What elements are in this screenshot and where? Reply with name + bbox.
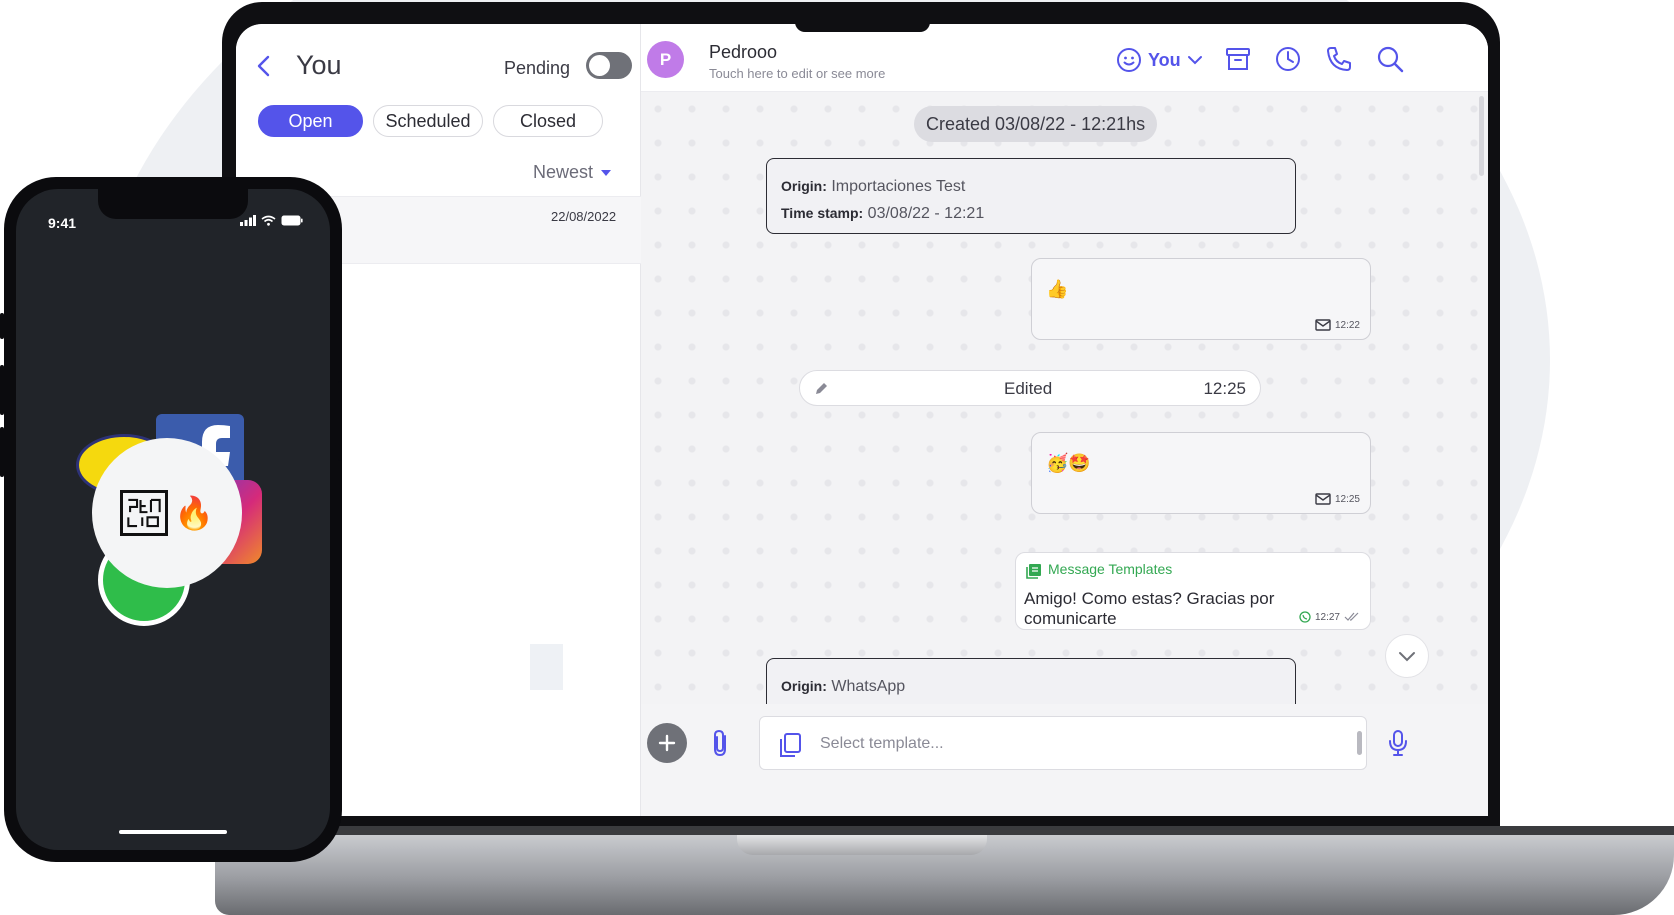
pending-label: Pending	[504, 58, 571, 78]
toggle-knob	[589, 55, 610, 76]
status-tabs: Open Scheduled Closed	[258, 105, 603, 137]
phone-icon[interactable]	[1325, 45, 1353, 73]
clock-icon[interactable]	[1274, 45, 1302, 73]
message-content: 🥳🤩	[1046, 453, 1091, 473]
edited-time: 12:25	[1203, 379, 1246, 398]
sort-dropdown[interactable]: Newest	[533, 162, 612, 183]
template-time: 12:27	[1314, 611, 1340, 623]
chevron-down-icon	[1399, 652, 1415, 662]
tab-closed[interactable]: Closed	[493, 105, 603, 137]
double-check-icon	[1344, 612, 1359, 621]
message-meta: 12:22	[1315, 319, 1360, 331]
fire-emoji: 🔥	[174, 495, 214, 531]
origin-value: Importaciones Test	[831, 178, 966, 195]
phone-mute-button	[0, 313, 4, 339]
sort-label: Newest	[533, 162, 594, 182]
laptop-opening-lip	[737, 835, 987, 855]
laptop-camera-notch	[795, 22, 930, 32]
template-meta: 12:27	[1299, 611, 1360, 623]
channel-logos-cluster: 🔥	[76, 414, 286, 626]
contact-avatar[interactable]: P	[647, 41, 684, 78]
plus-icon	[658, 734, 676, 752]
contact-name[interactable]: Pedrooo	[709, 42, 777, 63]
phone-time: 9:41	[48, 215, 77, 231]
paperclip-icon[interactable]	[708, 728, 734, 758]
search-icon[interactable]	[1376, 45, 1404, 73]
scroll-to-bottom-button[interactable]	[1385, 634, 1429, 678]
microphone-icon[interactable]	[1386, 728, 1410, 758]
pending-toggle[interactable]	[586, 52, 632, 79]
tab-open[interactable]: Open	[258, 105, 363, 137]
list-title: You	[296, 50, 342, 80]
phone-volume-up-button	[0, 365, 4, 415]
copy-template-icon[interactable]	[776, 731, 804, 759]
message-meta: 12:25	[1315, 493, 1360, 505]
phone-device: 9:41 🔥	[0, 177, 342, 862]
smiley-icon	[1117, 48, 1141, 72]
template-message-bubble[interactable]: Message Templates Amigo! Como estas? Gra…	[1015, 552, 1371, 630]
wifi-icon	[261, 215, 276, 226]
template-text: Amigo! Como estas? Gracias por comunicar…	[1024, 589, 1275, 628]
whatsapp-icon	[1299, 611, 1311, 623]
back-chevron-icon[interactable]	[254, 54, 274, 78]
origin-key: Origin:	[781, 178, 827, 194]
timestamp-row: Time stamp: 03/08/22 - 12:21	[781, 200, 1281, 227]
origin-card: Origin: Importaciones Test Time stamp: 0…	[766, 158, 1296, 234]
message-thread[interactable]: Created 03/08/22 - 12:21hs Origin: Impor…	[641, 92, 1488, 704]
template-input[interactable]	[820, 729, 1340, 759]
timestamp-value: 03/08/22 - 12:21	[867, 205, 985, 222]
caret-down-icon	[601, 169, 612, 176]
conversation-date: 22/08/2022	[551, 209, 617, 224]
origin-row: Origin: Importaciones Test	[781, 173, 1281, 200]
chat-pane: P Pedrooo Touch here to edit or see more…	[641, 24, 1488, 816]
message-bubble[interactable]: 🥳🤩 12:25	[1031, 432, 1371, 514]
loading-placeholder	[530, 644, 563, 690]
message-content: 👍	[1046, 279, 1069, 299]
edited-label: Edited	[1004, 379, 1053, 398]
timestamp-key: Time stamp:	[781, 205, 864, 221]
chevron-down-icon	[1187, 56, 1202, 65]
phone-home-indicator[interactable]	[119, 830, 227, 834]
message-bubble[interactable]: 👍 12:22	[1031, 258, 1371, 340]
message-time: 12:25	[1334, 493, 1360, 505]
contact-subtitle[interactable]: Touch here to edit or see more	[709, 66, 885, 81]
phone-power-button	[338, 381, 342, 461]
brand-logo-icon	[120, 490, 169, 536]
brand-badge: 🔥	[92, 438, 242, 588]
laptop-screen: You Pending Open Scheduled Closed Newest…	[236, 24, 1488, 816]
assigned-agent-dropdown[interactable]: You	[1116, 47, 1203, 73]
template-doc-icon	[1026, 564, 1041, 579]
origin-key: Origin:	[781, 678, 827, 694]
chat-scrollbar[interactable]	[1479, 96, 1484, 176]
add-button[interactable]	[647, 723, 687, 763]
phone-screen: 9:41 🔥	[16, 189, 330, 850]
battery-icon	[281, 215, 303, 226]
message-time: 12:22	[1334, 319, 1360, 331]
agent-label: You	[1148, 49, 1181, 70]
origin-value: WhatsApp	[831, 678, 906, 695]
envelope-icon	[1315, 319, 1331, 331]
tab-scheduled[interactable]: Scheduled	[373, 105, 483, 137]
signal-icon	[240, 215, 256, 226]
phone-volume-down-button	[0, 427, 4, 477]
template-input-box[interactable]	[759, 716, 1367, 770]
edited-notice: Edited 12:25	[799, 370, 1261, 406]
list-header: You Pending	[236, 44, 641, 88]
envelope-icon	[1315, 493, 1331, 505]
chat-header[interactable]: P Pedrooo Touch here to edit or see more…	[641, 24, 1488, 92]
archive-icon[interactable]	[1224, 45, 1252, 73]
pencil-icon	[816, 383, 827, 394]
phone-status-icons	[240, 215, 303, 226]
origin-card: Origin: WhatsApp	[766, 658, 1296, 704]
created-date-pill: Created 03/08/22 - 12:21hs	[914, 106, 1158, 142]
template-title: Message Templates	[1048, 561, 1173, 577]
marketing-composition: You Pending Open Scheduled Closed Newest…	[0, 0, 1674, 915]
message-composer	[641, 704, 1488, 816]
input-scrollbar[interactable]	[1357, 731, 1362, 755]
origin-row: Origin: WhatsApp	[781, 673, 1281, 700]
phone-notch	[98, 189, 248, 219]
